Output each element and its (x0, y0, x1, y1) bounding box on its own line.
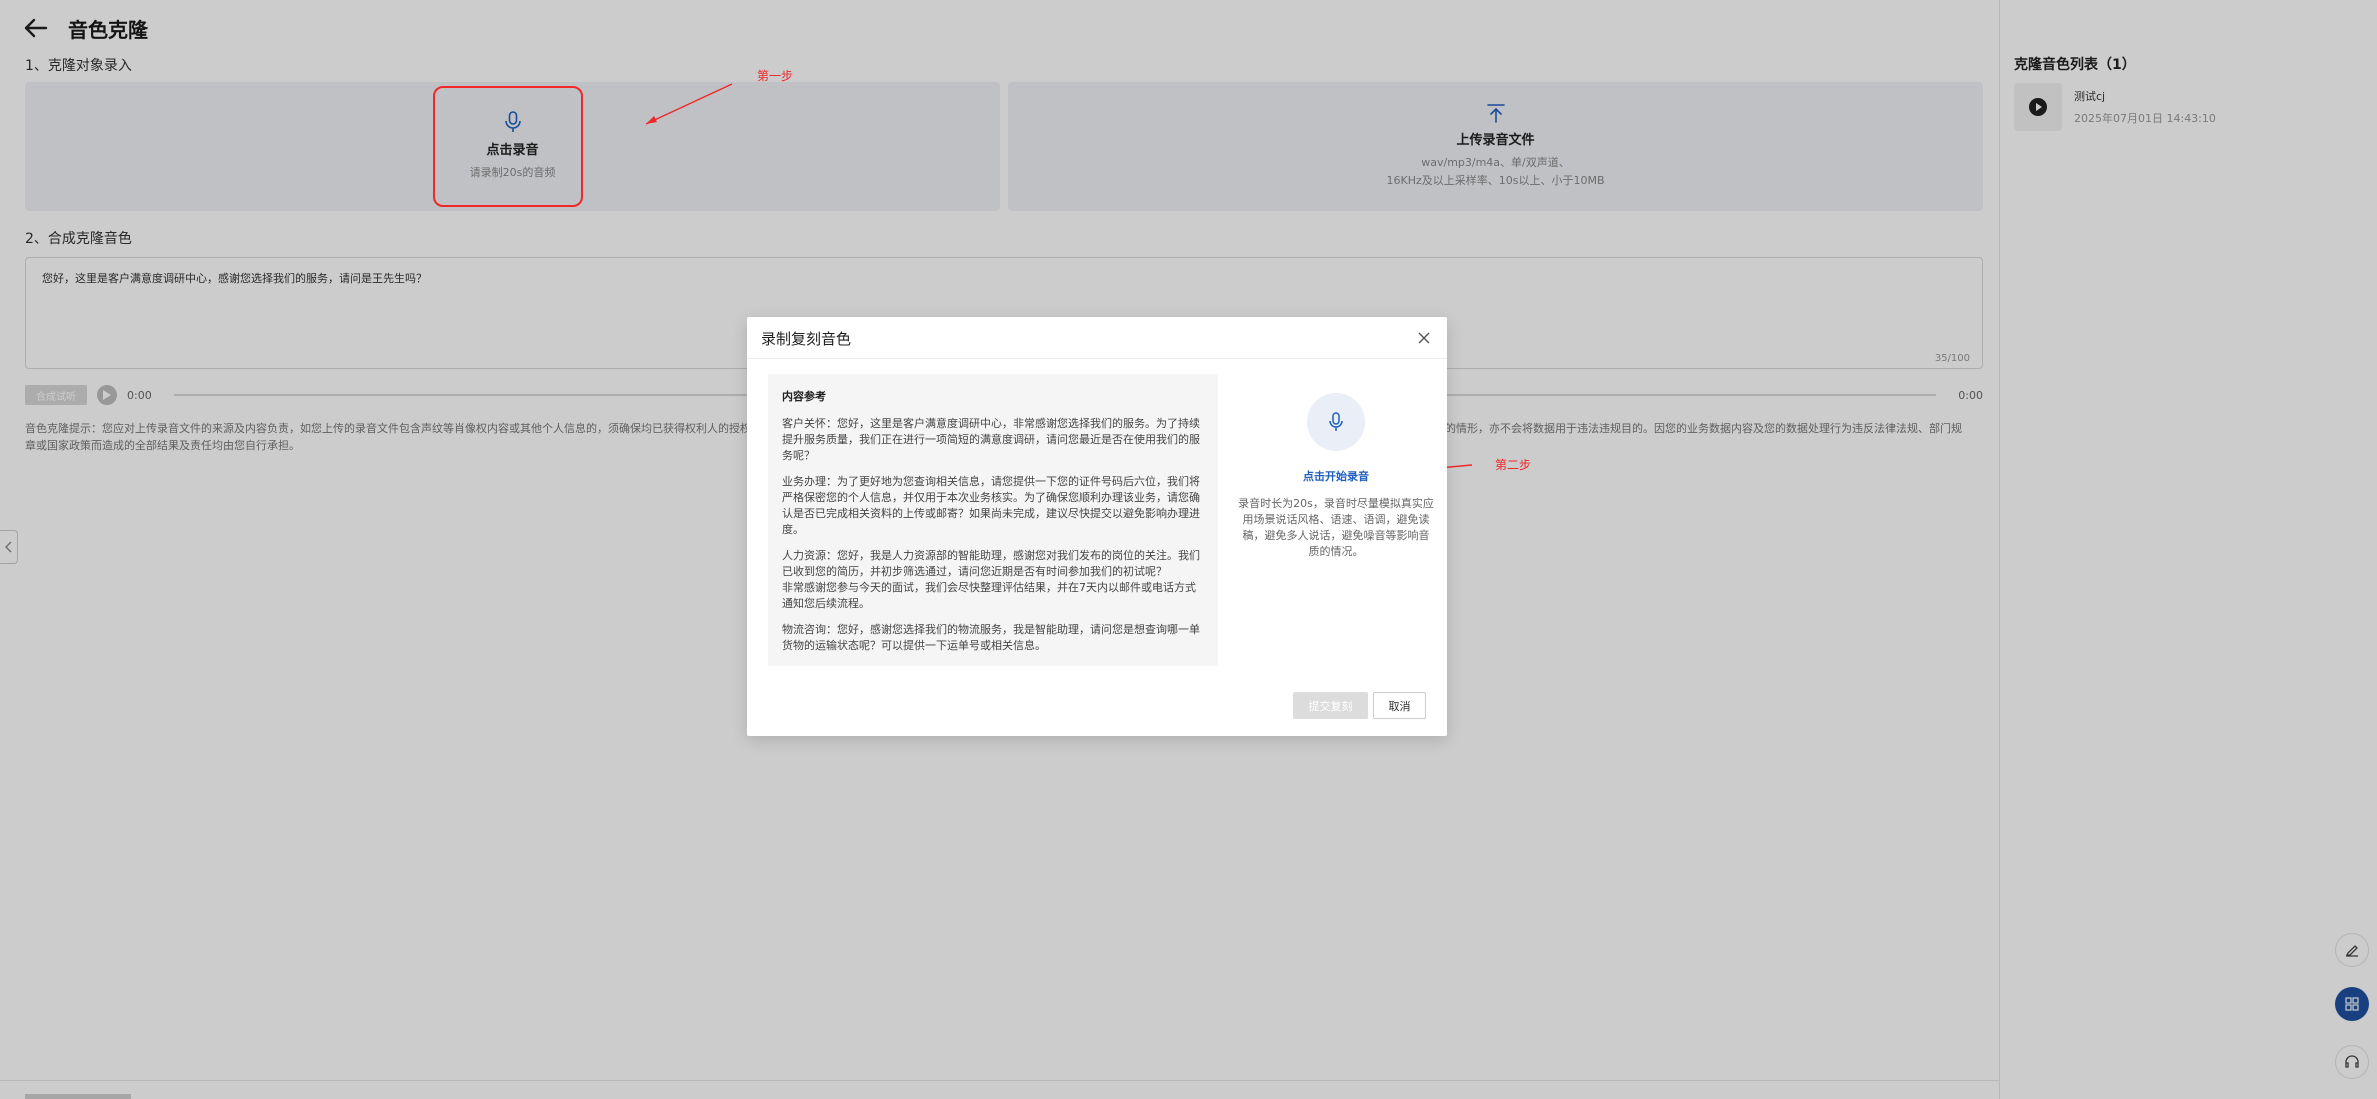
record-hint: 录音时长为20s，录音时尽量模拟真实应用场景说话风格、语速、语调，避免读稿，避免… (1238, 497, 1434, 558)
step1-label: 第一步 (757, 69, 794, 83)
content-reference-box: 内容参考 客户关怀：您好，这里是客户满意度调研中心，非常感谢您选择我们的服务。为… (768, 374, 1218, 666)
reference-paragraph-hr: 人力资源：您好，我是人力资源部的智能助理，感谢您对我们发布的岗位的关注。我们已收… (782, 549, 1200, 610)
microphone-icon (1329, 412, 1343, 431)
reference-paragraph-logistics: 物流咨询：您好，感谢您选择我们的物流服务，我是智能助理，请问您是想查询哪一单货物… (782, 623, 1200, 652)
submit-clone-button[interactable]: 提交复刻 (1293, 692, 1368, 719)
step2-label: 第二步 (1495, 458, 1532, 472)
record-voice-modal: 录制复刻音色 内容参考 客户关怀：您好，这里是客户满意度调研中心，非常感谢您选择… (747, 317, 1447, 736)
reference-title: 内容参考 (782, 390, 826, 403)
start-record-button[interactable]: 点击开始录音 (1230, 468, 1442, 484)
modal-header: 录制复刻音色 (747, 317, 1447, 359)
mic-button[interactable] (1307, 393, 1365, 451)
record-zone: 点击开始录音 录音时长为20s，录音时尽量模拟真实应用场景说话风格、语速、语调，… (1230, 374, 1434, 574)
cancel-button[interactable]: 取消 (1373, 692, 1426, 719)
reference-paragraph-business: 业务办理：为了更好地为您查询相关信息，请您提供一下您的证件号码后六位，我们将严格… (782, 475, 1200, 536)
reference-paragraph-customer-care: 客户关怀：您好，这里是客户满意度调研中心，非常感谢您选择我们的服务。为了持续提升… (782, 417, 1200, 462)
step1-arrow-icon (645, 83, 733, 125)
close-icon[interactable] (1415, 329, 1433, 347)
modal-title: 录制复刻音色 (761, 330, 852, 348)
step1-highlight-box (433, 86, 583, 207)
